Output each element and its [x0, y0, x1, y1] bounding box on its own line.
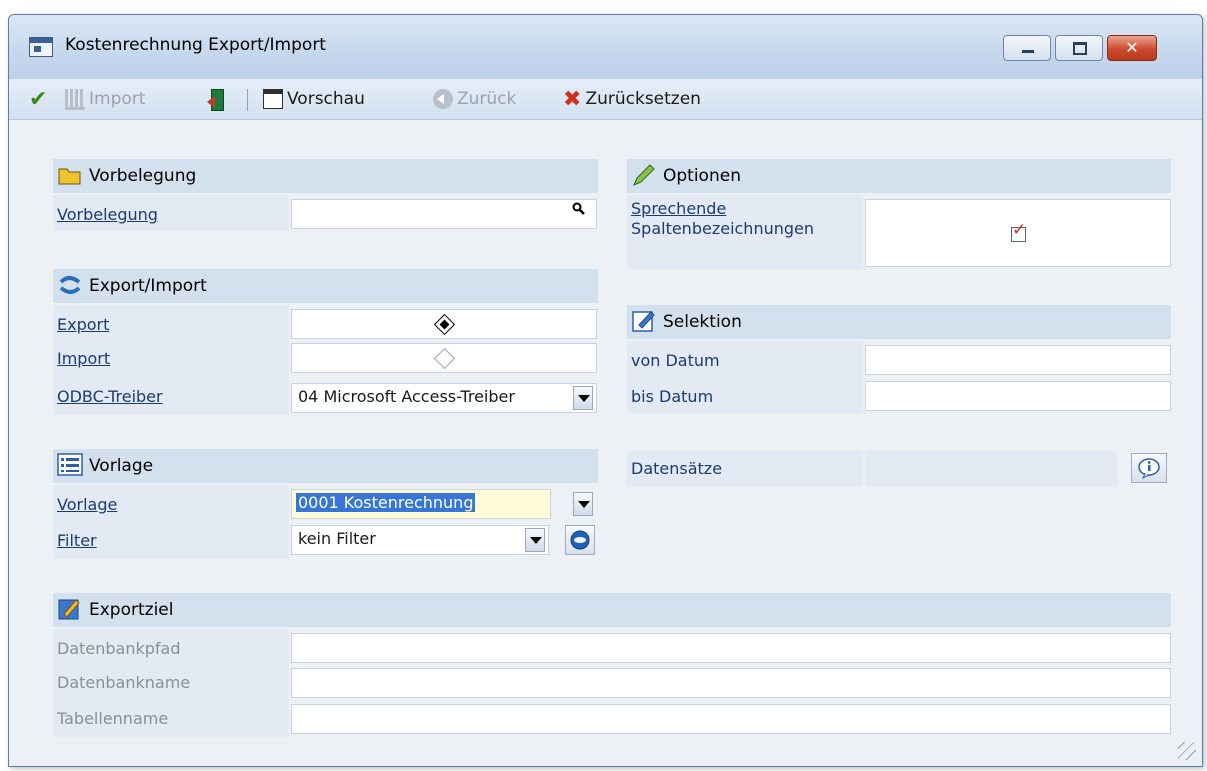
vorlage-select-value: 0001 Kostenrechnung	[296, 493, 476, 512]
import-label: Import	[57, 349, 111, 368]
preview-button-label: Vorschau	[287, 89, 365, 109]
section-vorbelegung: Vorbelegung	[53, 159, 598, 193]
reset-button[interactable]: ✖ Zurücksetzen	[563, 85, 701, 113]
tabellenname-input[interactable]	[291, 704, 1171, 734]
section-vorlage: Vorlage	[53, 449, 598, 483]
datenbankpfad-label: Datenbankpfad	[57, 639, 181, 658]
minimize-icon	[1022, 50, 1034, 53]
confirm-button[interactable]: ✔	[29, 85, 47, 113]
count-records-button[interactable]	[1131, 453, 1167, 483]
import-icon	[65, 88, 85, 110]
datenbankname-input[interactable]	[291, 668, 1171, 698]
app-icon	[29, 37, 53, 57]
bis-datum-input[interactable]	[865, 381, 1171, 411]
title-bar: Kostenrechnung Export/Import ✕	[9, 15, 1202, 79]
filter-dropdown-button[interactable]	[525, 528, 545, 552]
filter-edit-button[interactable]	[565, 525, 595, 555]
datensaetze-label: Datensätze	[631, 459, 723, 478]
datenbankname-label: Datenbankname	[57, 673, 191, 692]
exit-door-icon	[207, 88, 229, 111]
section-optionen: Optionen	[627, 159, 1171, 193]
section-exportziel: Exportziel	[53, 593, 1171, 627]
close-button[interactable]: ✕	[1107, 35, 1157, 61]
globe-icon	[570, 530, 590, 550]
datenbankpfad-input[interactable]	[291, 633, 1171, 663]
back-button[interactable]: Zurück	[433, 85, 516, 113]
resize-grip[interactable]	[1178, 742, 1196, 760]
magnifier-icon	[572, 202, 585, 215]
preview-icon	[263, 89, 283, 109]
section-title: Vorbelegung	[89, 166, 197, 186]
spalten-label: Sprechende Spaltenbezeichnungen	[631, 199, 814, 249]
maximize-button[interactable]	[1055, 35, 1103, 61]
exit-button[interactable]	[207, 85, 229, 113]
toolbar-separator	[247, 89, 248, 111]
minimize-button[interactable]	[1003, 35, 1051, 61]
vorlage-label: Vorlage	[57, 495, 118, 514]
von-datum-input[interactable]	[865, 345, 1171, 375]
close-icon: ✕	[1125, 38, 1139, 57]
vorbelegung-label: Vorbelegung	[57, 205, 158, 224]
check-icon: ✔	[29, 86, 48, 112]
pencil-icon	[633, 164, 655, 186]
filter-select-value: kein Filter	[298, 529, 376, 548]
vorlage-dropdown-button[interactable]	[573, 492, 593, 516]
back-button-label: Zurück	[457, 89, 517, 109]
section-title: Optionen	[663, 166, 741, 186]
preview-button[interactable]: Vorschau	[263, 85, 365, 113]
filter-label: Filter	[57, 531, 97, 550]
bis-datum-label: bis Datum	[631, 387, 714, 406]
vorbelegung-input[interactable]	[291, 199, 597, 229]
info-icon	[1138, 458, 1160, 480]
import-button-label: Import	[89, 89, 146, 109]
odbc-dropdown-button[interactable]	[573, 386, 593, 410]
folder-icon	[58, 168, 81, 185]
odbc-select-value: 04 Microsoft Access-Treiber	[298, 387, 515, 406]
list-icon	[57, 453, 83, 476]
search-button[interactable]	[567, 202, 591, 226]
reset-button-label: Zurücksetzen	[585, 89, 701, 109]
spalten-label-line1: Sprechende	[631, 199, 727, 218]
sync-arrows-icon	[59, 276, 81, 294]
section-export-import: Export/Import	[53, 269, 598, 303]
spalten-label-line2: Spaltenbezeichnungen	[631, 219, 815, 238]
section-title: Vorlage	[89, 456, 154, 476]
toolbar: ✔ Import Vorschau Zurück ✖ Zurücksetzen	[9, 79, 1202, 120]
section-selektion: Selektion	[627, 305, 1171, 339]
maximize-icon	[1073, 42, 1087, 55]
window-title: Kostenrechnung Export/Import	[65, 35, 326, 55]
import-button[interactable]: Import	[65, 85, 145, 113]
section-title: Exportziel	[89, 600, 174, 620]
odbc-select[interactable]: 04 Microsoft Access-Treiber	[291, 383, 597, 413]
datensaetze-value	[865, 451, 1117, 487]
export-label: Export	[57, 315, 110, 334]
section-title: Selektion	[663, 312, 742, 332]
back-arrow-icon	[433, 89, 453, 109]
von-datum-label: von Datum	[631, 351, 720, 370]
reset-x-icon: ✖	[563, 86, 582, 112]
tabellenname-label: Tabellenname	[57, 709, 169, 728]
main-window: Kostenrechnung Export/Import ✕ ✔ Import …	[8, 14, 1203, 767]
select-edit-icon	[632, 311, 655, 332]
section-title: Export/Import	[89, 276, 207, 296]
odbc-label: ODBC-Treiber	[57, 387, 163, 406]
spalten-checkbox[interactable]	[1011, 220, 1026, 242]
edit-target-icon	[58, 599, 80, 620]
filter-select[interactable]: kein Filter	[291, 525, 549, 555]
vorlage-select[interactable]: 0001 Kostenrechnung	[291, 489, 551, 519]
